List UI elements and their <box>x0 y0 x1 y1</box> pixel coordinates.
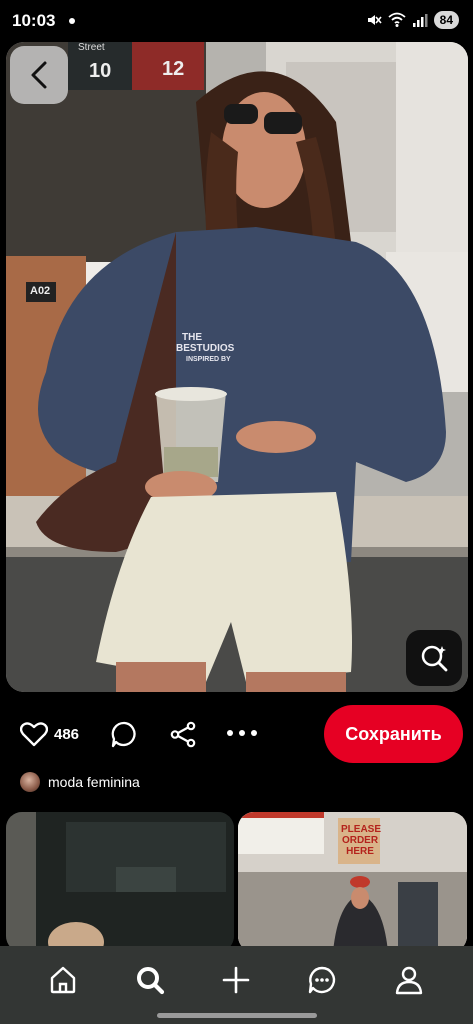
lens-search-icon <box>421 645 448 672</box>
plus-icon <box>222 966 250 994</box>
avatar[interactable] <box>20 772 40 792</box>
more-dots-icon <box>227 730 257 736</box>
more-options-button[interactable] <box>226 729 258 737</box>
share-button[interactable] <box>170 721 197 748</box>
signal-icon <box>412 14 428 27</box>
chevron-left-icon <box>31 61 47 89</box>
notification-dot <box>69 18 75 24</box>
pin-actions: 486 Сохранить <box>0 703 473 765</box>
pin-photo <box>6 42 468 692</box>
heart-icon <box>20 722 48 747</box>
status-bar: 10:03 84 <box>0 0 473 42</box>
author-name[interactable]: moda feminina <box>48 774 140 790</box>
status-time: 10:03 <box>12 11 56 30</box>
battery-indicator: 84 <box>433 11 459 29</box>
save-button[interactable]: Сохранить <box>324 705 463 763</box>
order-sign-line1: PLEASE <box>341 824 382 835</box>
bottom-navigation <box>0 946 473 1024</box>
pin-image[interactable]: 10 12 Street A02 THE BESTUDIOS INSPIRED … <box>6 42 468 692</box>
street-number-right: 12 <box>162 58 185 80</box>
back-button[interactable] <box>10 46 68 104</box>
comment-icon <box>111 721 136 748</box>
author-row[interactable]: moda feminina <box>20 772 140 792</box>
nav-profile[interactable] <box>389 960 429 1000</box>
sweater-print-line1: THE <box>182 332 202 343</box>
profile-icon <box>395 966 423 995</box>
street-number-left: 10 <box>89 60 112 82</box>
nav-messages[interactable] <box>302 960 342 1000</box>
status-icons: 84 <box>366 11 459 29</box>
home-indicator[interactable] <box>157 1013 317 1018</box>
search-icon <box>137 967 165 995</box>
nav-create[interactable] <box>216 960 256 1000</box>
sweater-print: THE BESTUDIOS INSPIRED BY <box>176 332 234 365</box>
nav-search[interactable] <box>130 960 170 1000</box>
related-pin-left-photo <box>6 812 234 952</box>
messages-icon <box>308 966 336 994</box>
sweater-print-line2: BESTUDIOS <box>176 343 235 354</box>
comment-button[interactable] <box>111 721 138 748</box>
wifi-icon <box>388 12 406 27</box>
visual-search-button[interactable] <box>406 630 462 686</box>
street-label: Street <box>78 42 105 53</box>
wall-sign: A02 <box>30 285 51 297</box>
order-sign: PLEASE ORDER HERE <box>341 824 382 857</box>
nav-home[interactable] <box>43 960 83 1000</box>
sweater-print-line3: INSPIRED BY <box>186 356 231 363</box>
related-pin-left[interactable] <box>6 812 234 952</box>
likes-count: 486 <box>54 725 80 743</box>
home-icon <box>50 966 76 994</box>
mute-icon <box>367 15 382 25</box>
share-icon <box>170 721 196 748</box>
related-pin-right[interactable]: PLEASE ORDER HERE <box>238 812 467 952</box>
order-sign-line2: ORDER <box>341 835 379 846</box>
like-control[interactable]: 486 <box>20 721 79 747</box>
order-sign-line3: HERE <box>346 846 374 857</box>
